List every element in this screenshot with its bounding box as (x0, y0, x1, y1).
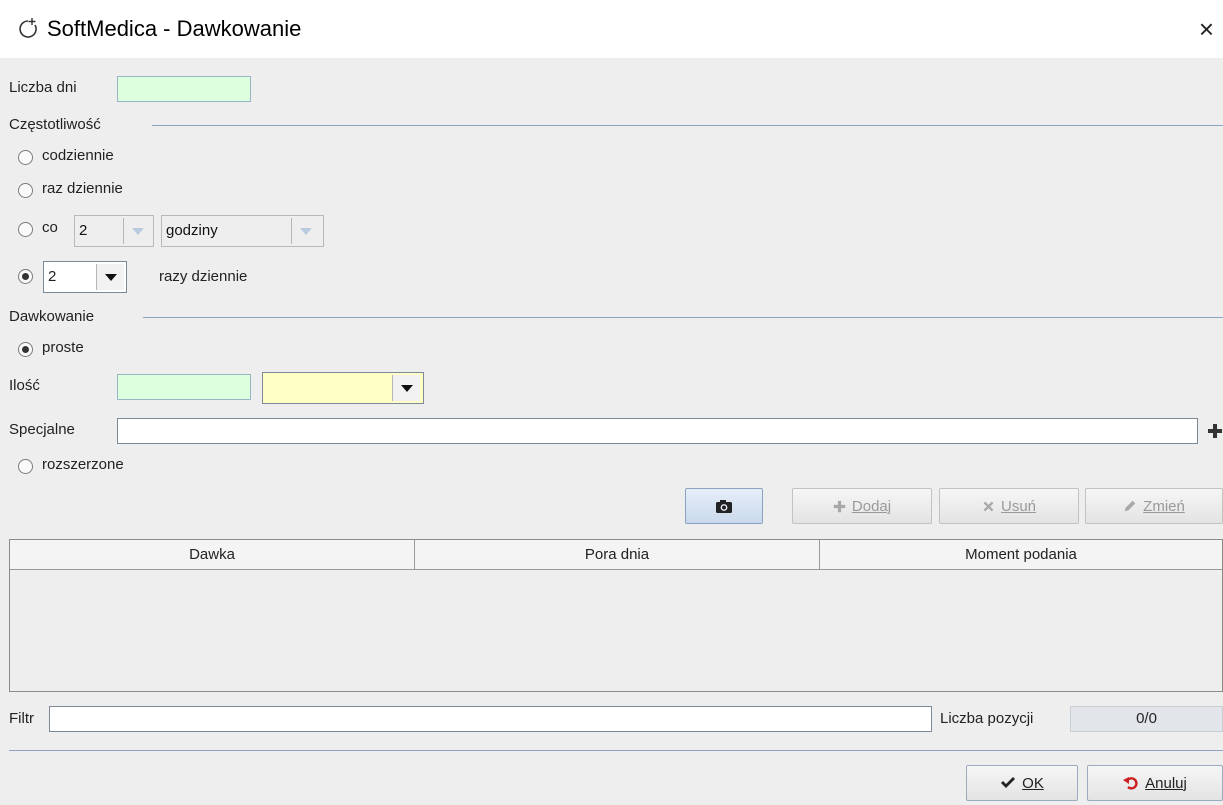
dose-table[interactable]: Dawka Pora dnia Moment podania (9, 539, 1223, 692)
extended-dosing-radio[interactable] (18, 459, 33, 474)
every-interval-value: 2 (79, 222, 88, 239)
camera-icon (716, 499, 732, 513)
chevron-down-icon (104, 273, 117, 281)
every-interval-combo[interactable]: 2 (74, 215, 154, 247)
app-refresh-icon (19, 18, 37, 38)
add-button-label: Dodaj (851, 497, 892, 515)
every-n-radio[interactable] (18, 222, 33, 237)
chevron-down-icon (400, 384, 413, 392)
daily-radio[interactable] (18, 150, 33, 165)
add-special-icon[interactable] (1207, 423, 1223, 439)
extended-dosing-label: rozszerzone (42, 456, 124, 473)
ok-button-label: OK (1022, 774, 1044, 792)
every-unit-combo[interactable]: godziny (161, 215, 324, 247)
cancel-button[interactable]: Anuluj (1087, 765, 1223, 801)
x-icon (983, 501, 994, 511)
times-per-day-value: 2 (48, 268, 57, 285)
every-label: co (42, 219, 58, 236)
every-unit-dropdown-arrow[interactable] (291, 218, 319, 244)
special-input[interactable] (117, 418, 1198, 444)
item-count-value: 0/0 (1070, 706, 1223, 732)
close-icon[interactable]: × (1190, 12, 1223, 46)
plus-icon (833, 500, 846, 512)
item-count-label: Liczba pozycji (940, 710, 1034, 727)
checkmark-icon (1001, 777, 1016, 788)
simple-dosing-label: proste (42, 339, 84, 356)
once-daily-label: raz dziennie (42, 180, 123, 197)
column-header-dose[interactable]: Dawka (10, 540, 415, 570)
chevron-down-icon (131, 227, 144, 235)
special-label: Specjalne (9, 421, 75, 438)
dosing-separator (143, 317, 1223, 318)
footer-separator (9, 750, 1223, 751)
edit-button-label: Zmień (1143, 497, 1185, 515)
frequency-section-label: Częstotliwość (9, 116, 101, 133)
frequency-separator (152, 125, 1223, 126)
undo-icon (1123, 777, 1138, 790)
simple-dosing-radio[interactable] (18, 342, 33, 357)
column-header-time-of-day[interactable]: Pora dnia (415, 540, 820, 570)
edit-button[interactable]: Zmień (1085, 488, 1223, 524)
ok-button[interactable]: OK (966, 765, 1078, 801)
once-daily-radio[interactable] (18, 183, 33, 198)
window-title: SoftMedica - Dawkowanie (47, 16, 302, 41)
amount-label: Ilość (9, 377, 40, 394)
times-per-day-label: razy dziennie (159, 268, 248, 285)
camera-button[interactable] (685, 488, 763, 524)
times-per-day-combo[interactable]: 2 (43, 261, 127, 293)
amount-input[interactable] (117, 374, 251, 400)
daily-label: codziennie (42, 147, 114, 164)
cancel-button-label: Anuluj (1145, 774, 1187, 792)
every-unit-value: godziny (166, 222, 218, 239)
column-header-administration-moment[interactable]: Moment podania (820, 540, 1222, 570)
add-button[interactable]: Dodaj (792, 488, 932, 524)
pencil-icon (1124, 500, 1136, 512)
days-input[interactable] (117, 76, 251, 102)
remove-button-label: Usuń (1000, 497, 1037, 515)
chevron-down-icon (299, 227, 312, 235)
times-per-day-radio[interactable] (18, 269, 33, 284)
days-label: Liczba dni (9, 79, 77, 96)
unit-combo[interactable] (262, 372, 424, 404)
filter-input[interactable] (49, 706, 932, 732)
every-interval-dropdown-arrow[interactable] (123, 218, 151, 244)
times-per-day-dropdown-arrow[interactable] (96, 264, 124, 290)
remove-button[interactable]: Usuń (939, 488, 1079, 524)
filter-label: Filtr (9, 710, 34, 727)
unit-dropdown-arrow[interactable] (392, 375, 420, 401)
dosing-section-label: Dawkowanie (9, 308, 95, 325)
